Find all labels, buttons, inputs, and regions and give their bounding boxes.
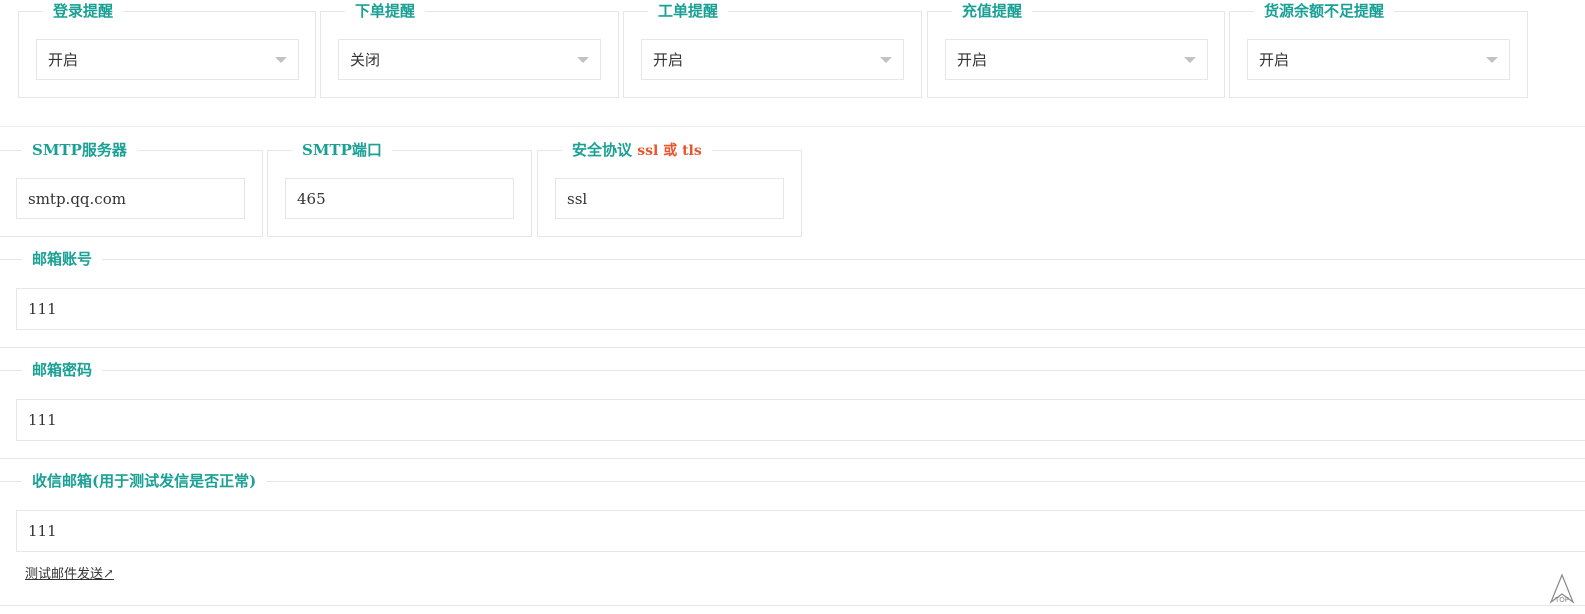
password-label: 邮箱密码 xyxy=(32,361,93,379)
login-notify-value: 开启 xyxy=(48,51,79,69)
smtp-server-value: smtp.qq.com xyxy=(28,189,126,208)
protocol-value: ssl xyxy=(567,189,588,208)
recharge-notify-label: 充值提醒 xyxy=(962,2,1023,20)
chevron-down-icon xyxy=(577,57,589,63)
protocol-hint: ssl 或 tls xyxy=(637,143,702,159)
recharge-notify-select[interactable]: 开启 xyxy=(945,39,1208,80)
balance-notify-select[interactable]: 开启 xyxy=(1247,39,1510,80)
balance-notify-label: 货源余额不足提醒 xyxy=(1264,2,1385,20)
order-notify-value: 关闭 xyxy=(350,51,381,69)
smtp-port-value: 465 xyxy=(297,189,326,208)
account-input[interactable]: 111 xyxy=(16,288,1585,330)
receiver-value: 111 xyxy=(28,522,57,540)
chevron-down-icon xyxy=(275,57,287,63)
order-notify-label: 下单提醒 xyxy=(355,2,416,20)
protocol-label: 安全协议 ssl 或 tls xyxy=(562,140,712,161)
account-label: 邮箱账号 xyxy=(32,250,93,268)
password-value: 111 xyxy=(28,411,57,429)
back-to-top-label: TOP xyxy=(1555,596,1570,604)
login-notify-select[interactable]: 开启 xyxy=(36,39,299,80)
smtp-server-input[interactable]: smtp.qq.com xyxy=(16,178,245,219)
ticket-notify-value: 开启 xyxy=(653,51,684,69)
protocol-label-text: 安全协议 xyxy=(572,141,633,159)
password-input[interactable]: 111 xyxy=(16,399,1585,441)
ticket-notify-label: 工单提醒 xyxy=(658,2,719,20)
chevron-down-icon xyxy=(880,57,892,63)
protocol-input[interactable]: ssl xyxy=(555,178,784,219)
smtp-server-label: SMTP服务器 xyxy=(32,141,127,159)
balance-notify-value: 开启 xyxy=(1259,51,1290,69)
receiver-input[interactable]: 111 xyxy=(16,510,1585,552)
order-notify-select[interactable]: 关闭 xyxy=(338,39,601,80)
smtp-port-label: SMTP端口 xyxy=(302,141,382,159)
section-divider xyxy=(0,126,1585,127)
account-value: 111 xyxy=(28,300,57,318)
recharge-notify-value: 开启 xyxy=(957,51,988,69)
login-notify-label: 登录提醒 xyxy=(53,2,114,20)
smtp-port-input[interactable]: 465 xyxy=(285,178,514,219)
chevron-down-icon xyxy=(1184,57,1196,63)
chevron-down-icon xyxy=(1486,57,1498,63)
receiver-label: 收信邮箱(用于测试发信是否正常) xyxy=(32,472,257,490)
ticket-notify-select[interactable]: 开启 xyxy=(641,39,904,80)
back-to-top-button[interactable]: TOP xyxy=(1546,572,1578,606)
test-email-link[interactable]: 测试邮件发送↗ xyxy=(25,563,114,582)
